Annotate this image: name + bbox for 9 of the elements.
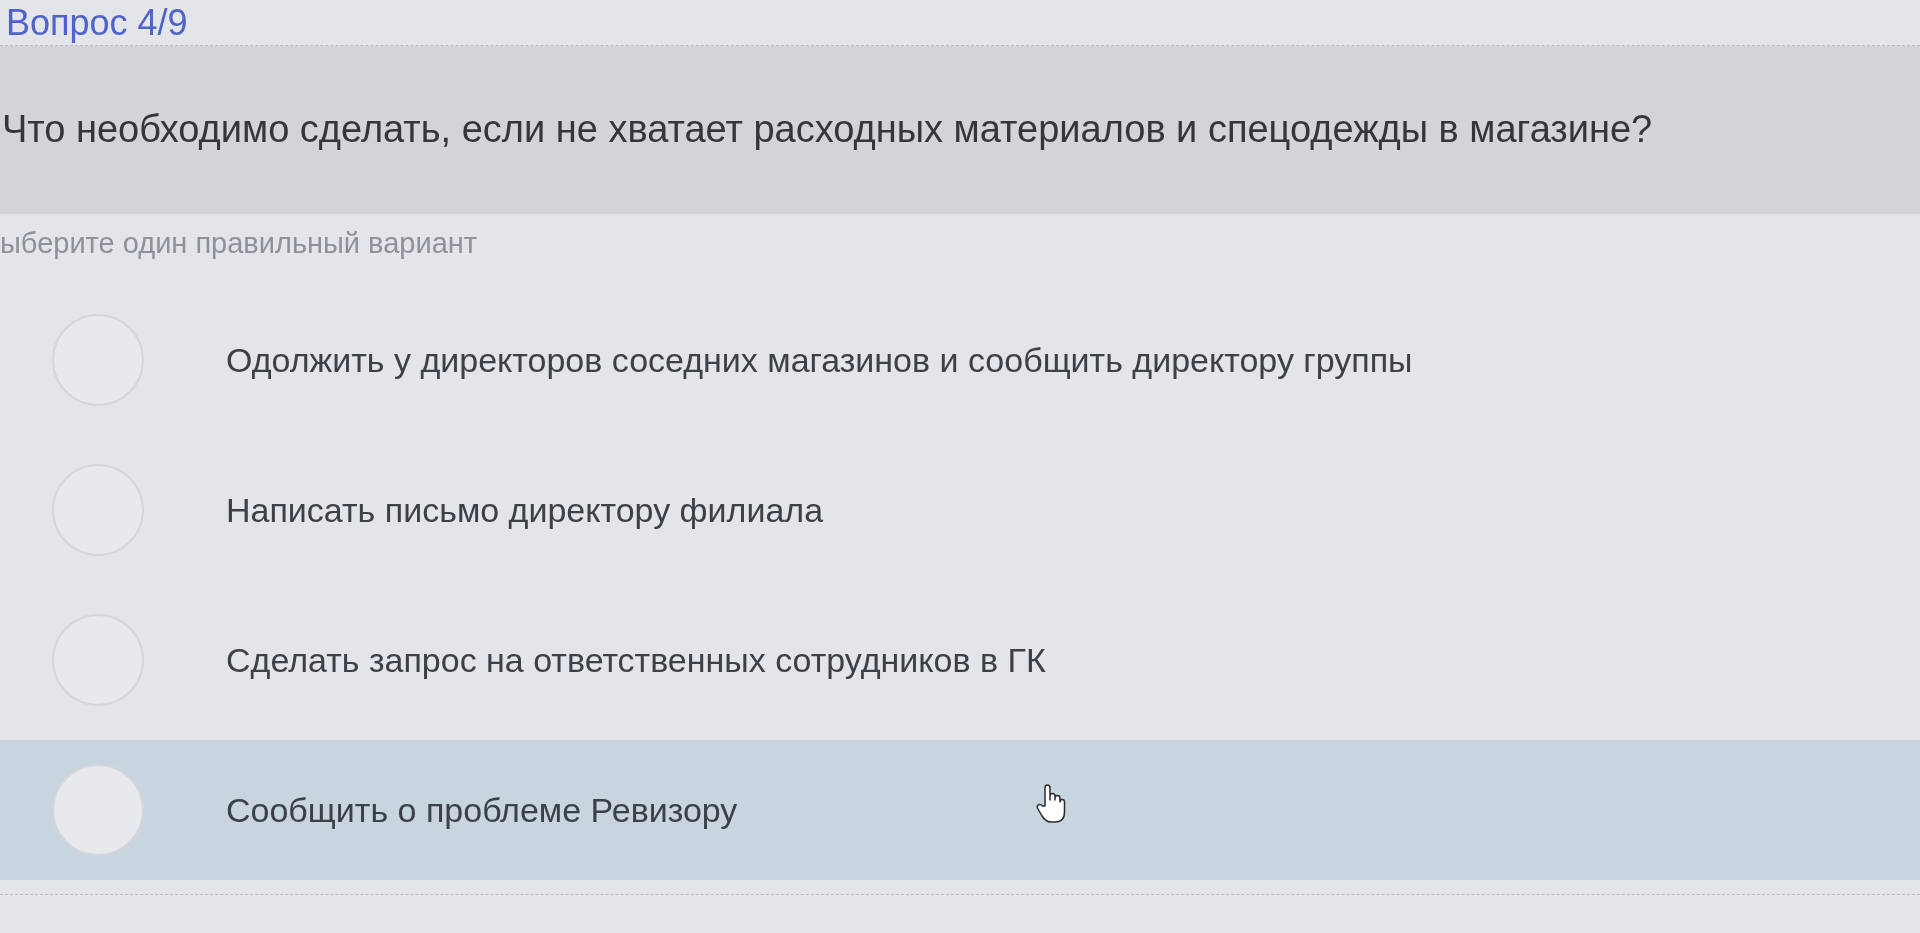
- answer-label[interactable]: Одолжить у директоров соседних магазинов и сообщить директору группы: [226, 334, 1413, 386]
- answer-label[interactable]: Написать письмо директору филиала: [226, 484, 824, 536]
- answer-label[interactable]: Сделать запрос на ответственных сотрудников в ГК: [226, 634, 1046, 686]
- answer-row-highlight[interactable]: Сообщить о проблеме Ревизору: [0, 740, 1920, 880]
- question-text: Что необходимо сделать, если не хватает расходных материалов и спецодежды в магазине?: [2, 107, 1653, 153]
- hand-cursor-icon: [1036, 784, 1066, 824]
- answer-label[interactable]: Сообщить о проблеме Ревизору: [226, 784, 738, 836]
- instruction-text: ыберите один правильный вариант: [0, 226, 478, 262]
- question-counter: Вопрос 4/9: [6, 4, 188, 41]
